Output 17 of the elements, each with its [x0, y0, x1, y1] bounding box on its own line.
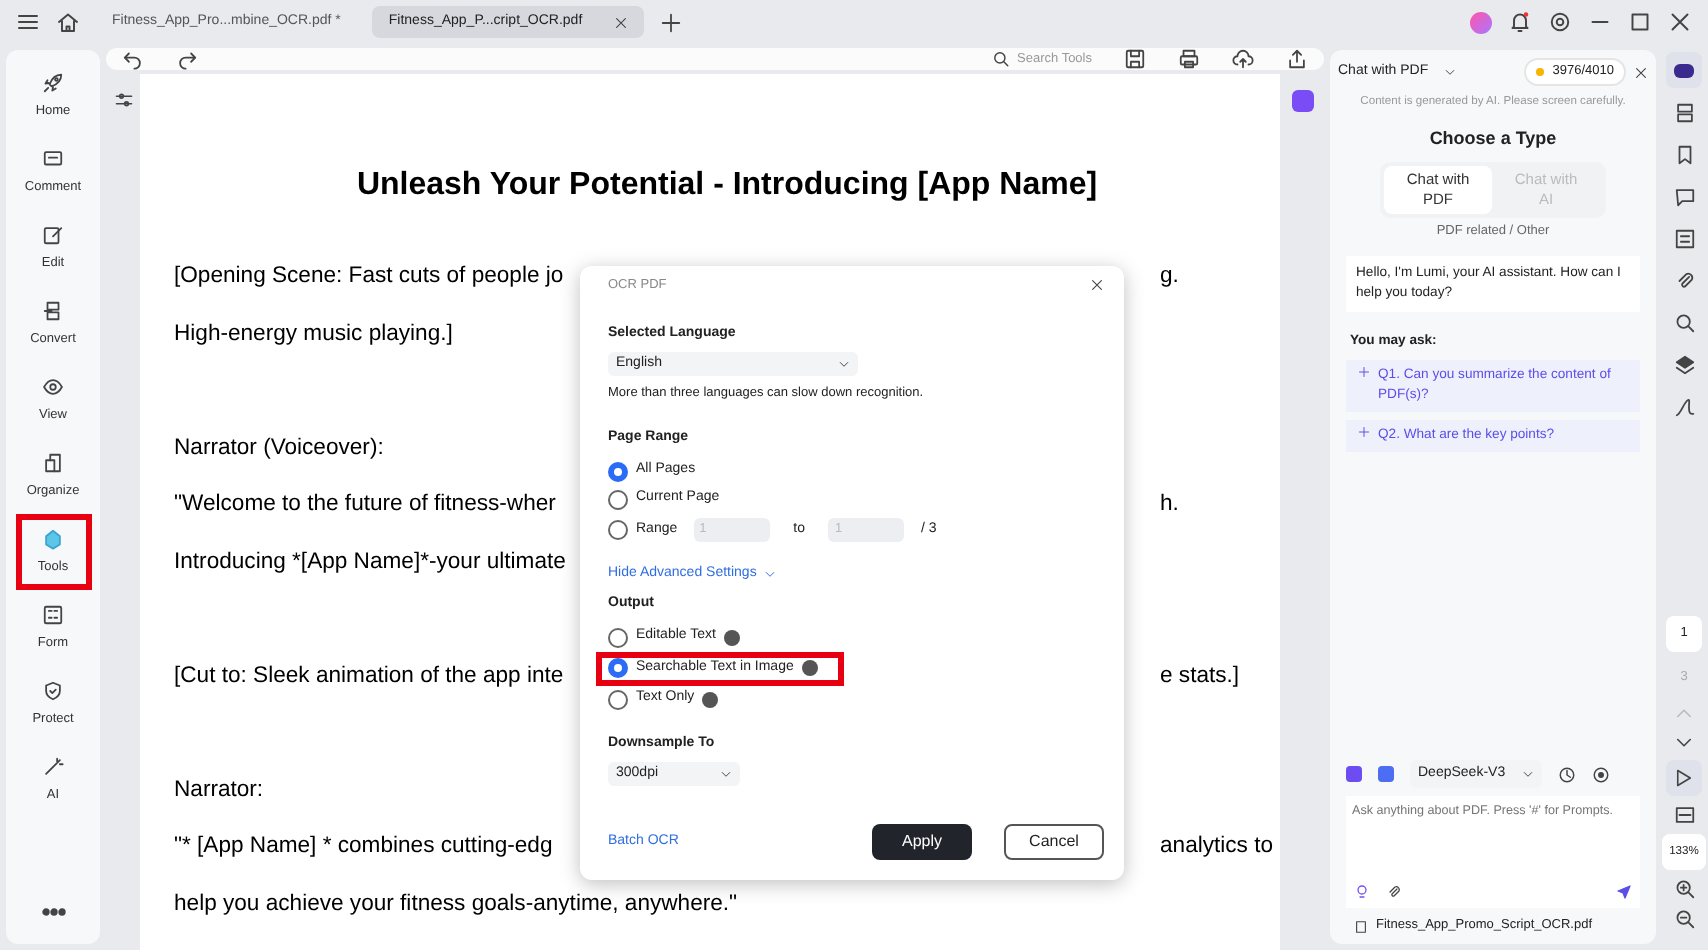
document-text: h. — [1160, 490, 1181, 520]
document-text: Narrator (Voiceover): — [174, 433, 384, 463]
document-text: High-energy music playing.] — [174, 319, 453, 349]
cancel-button[interactable]: Cancel — [1004, 824, 1104, 860]
section-title: Choose a Type — [1427, 126, 1559, 152]
document-text: Introducing *[App Name]*-your ultimate — [174, 547, 566, 577]
document-text: "Welcome to the future of fitness-wher — [174, 490, 556, 520]
document-text: e stats.] — [1160, 661, 1242, 691]
document-text: help you achieve your fitness goals-anytime, anywhere." — [174, 889, 738, 919]
document-text: analytics to — [1160, 832, 1276, 862]
document-title: Unleash Your Potential - Introducing [App Name] — [354, 166, 1100, 206]
document-text: [Cut to: Sleek animation of the app inte — [174, 661, 564, 691]
document-text: [Opening Scene: Fast cuts of people jo — [174, 262, 564, 292]
document-text: "* [App Name] * combines cutting-edg — [174, 832, 553, 862]
apply-button[interactable]: Apply — [872, 824, 972, 860]
document-text: Narrator: — [174, 775, 264, 805]
document-text: g. — [1160, 262, 1181, 292]
